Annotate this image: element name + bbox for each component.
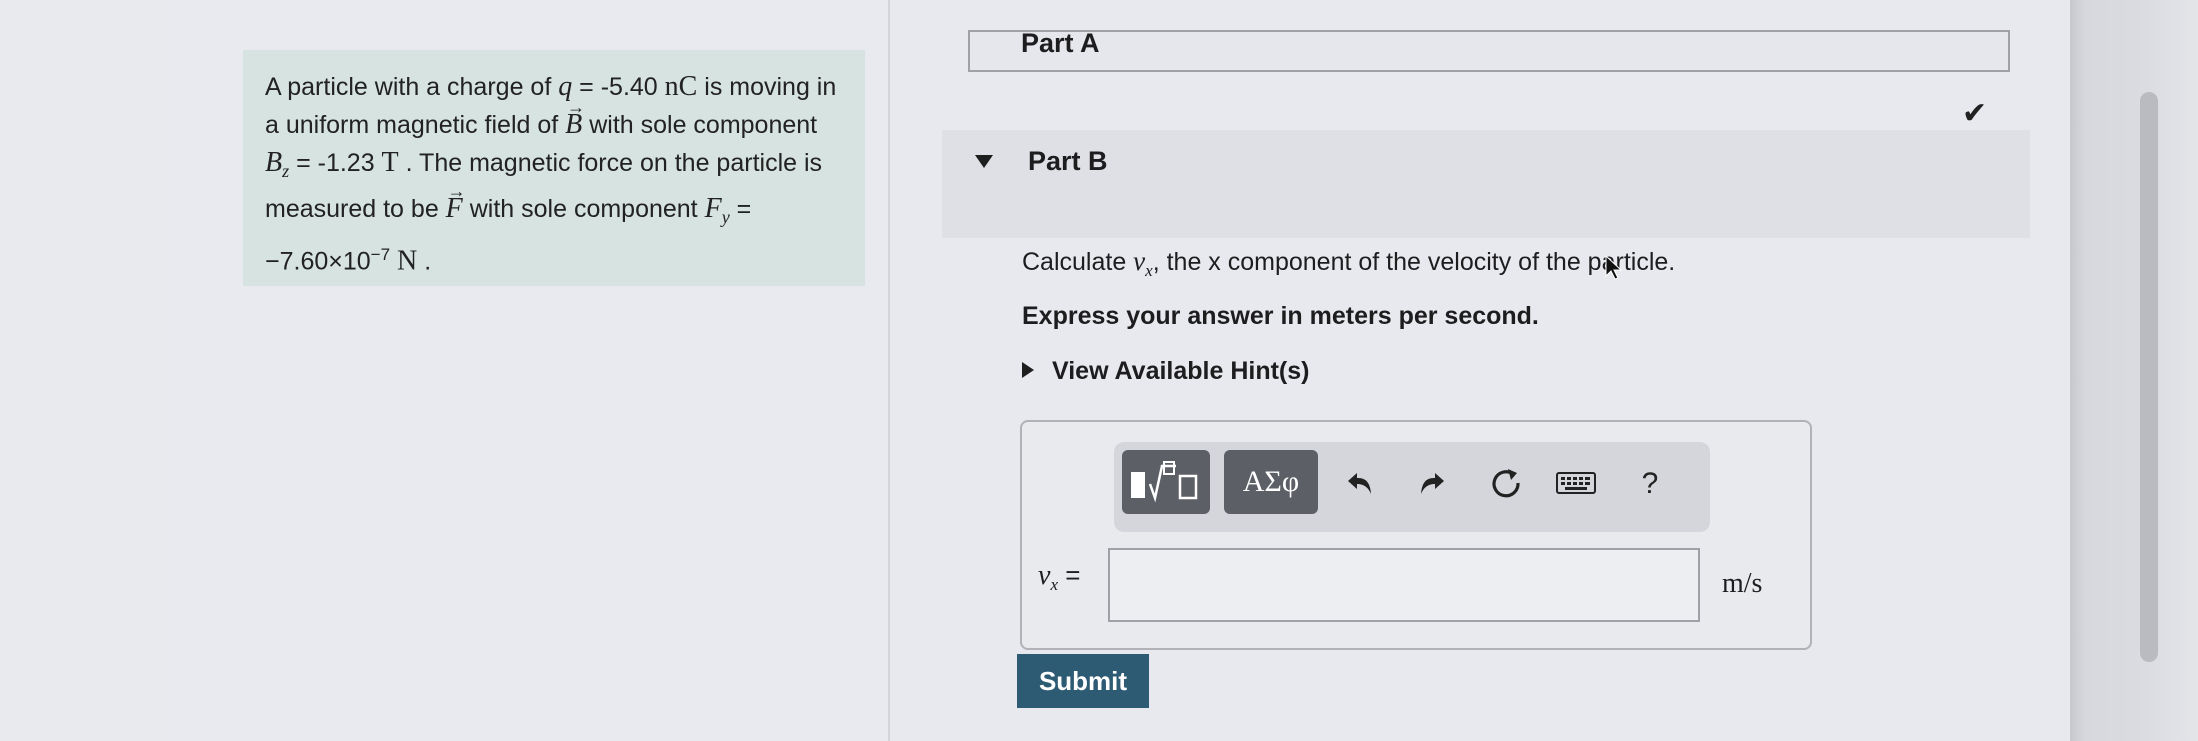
- answer-input[interactable]: [1108, 548, 1700, 622]
- undo-icon: [1348, 473, 1371, 494]
- question-variable: v: [1133, 246, 1146, 276]
- answer-variable: v: [1038, 560, 1051, 591]
- reset-button[interactable]: [1484, 460, 1528, 506]
- field-vector-symbol: B: [565, 88, 585, 144]
- problem-statement: A particle with a charge of q = -5.40 nC…: [243, 50, 865, 286]
- force-vector-symbol: F: [446, 172, 466, 228]
- right-bezel: [2070, 0, 2198, 741]
- problem-text-6: .: [417, 247, 432, 276]
- problem-text-3: with sole component: [582, 111, 818, 139]
- force-component-subscript: y: [721, 207, 730, 227]
- cursor-icon: [1605, 254, 1623, 280]
- part-a-label[interactable]: Part A: [1021, 28, 1100, 59]
- problem-text-5: with sole component: [462, 195, 705, 223]
- field-unit: T: [381, 147, 399, 178]
- greek-symbols-button[interactable]: ΑΣφ: [1224, 450, 1318, 514]
- charge-value: = -5.40: [572, 73, 665, 101]
- part-b-collapse-icon[interactable]: [975, 155, 993, 168]
- field-component-symbol: B: [265, 147, 283, 178]
- scrollbar[interactable]: [2140, 92, 2158, 662]
- reset-icon: [1492, 469, 1520, 498]
- answer-unit: m/s: [1722, 568, 1763, 599]
- field-value: = -1.23: [289, 149, 382, 177]
- force-exponent: −7: [370, 245, 391, 264]
- part-a-header[interactable]: [968, 30, 2010, 72]
- problem-text: A particle with a charge of q = -5.40 nC…: [265, 68, 843, 280]
- force-component-symbol: F: [704, 193, 722, 224]
- answer-variable-subscript: x: [1050, 575, 1058, 595]
- answer-equals: =: [1057, 560, 1081, 590]
- problem-text-1: A particle with a charge of: [265, 73, 559, 101]
- undo-button[interactable]: [1340, 462, 1380, 504]
- mouse-cursor: [1604, 254, 1624, 287]
- templates-button[interactable]: [1122, 450, 1210, 514]
- redo-icon: [1421, 473, 1444, 494]
- keyboard-icon: [1556, 472, 1596, 494]
- question-text: Calculate vx, the x component of the vel…: [1022, 246, 1675, 281]
- question-variable-subscript: x: [1145, 261, 1153, 280]
- part-b-label[interactable]: Part B: [1028, 146, 1108, 177]
- submit-button[interactable]: Submit: [1017, 654, 1149, 708]
- charge-unit: nC: [664, 71, 698, 102]
- view-hints-link[interactable]: View Available Hint(s): [1052, 357, 1309, 386]
- left-bezel: [0, 0, 172, 741]
- redo-button[interactable]: [1412, 462, 1452, 504]
- templates-icon: [1131, 461, 1198, 503]
- question-prefix: Calculate: [1022, 248, 1134, 276]
- help-icon[interactable]: ?: [1630, 462, 1670, 506]
- question-suffix-1: , the x component of the velocity of the…: [1152, 248, 1602, 276]
- answer-variable-label: vx =: [1038, 560, 1080, 595]
- checkmark-icon: ✔: [1962, 97, 1988, 130]
- answer-instructions: Express your answer in meters per second…: [1022, 302, 1539, 330]
- hint-expand-icon[interactable]: [1022, 362, 1034, 378]
- keyboard-button[interactable]: [1554, 466, 1598, 500]
- force-unit: N: [397, 245, 418, 277]
